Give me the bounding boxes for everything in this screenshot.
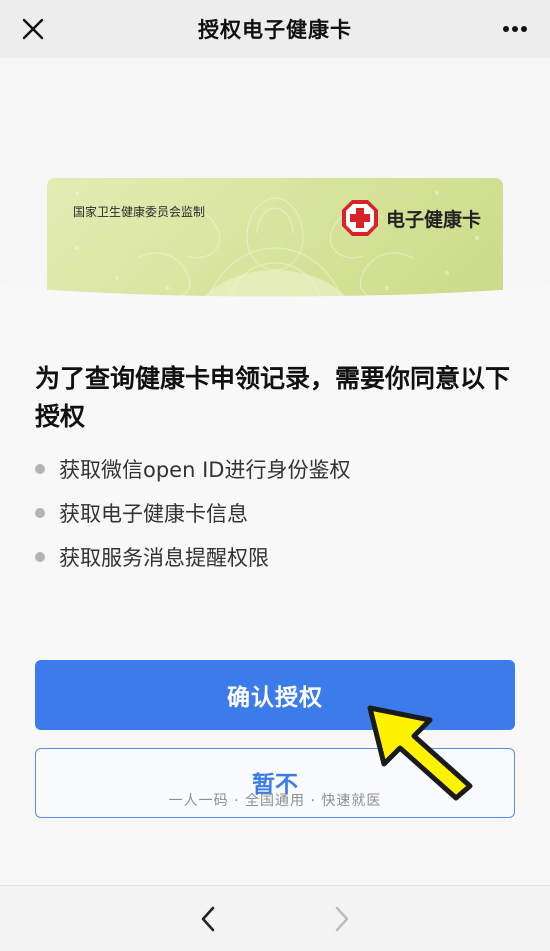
chevron-left-icon	[201, 906, 215, 932]
card-brand-text: 电子健康卡	[385, 208, 481, 231]
bullet-dot	[35, 464, 45, 474]
close-button[interactable]	[18, 14, 48, 44]
permission-list: 获取微信open ID进行身份鉴权 获取电子健康卡信息 获取服务消息提醒权限	[35, 447, 515, 579]
card-issuer-text: 国家卫生健康委员会监制	[73, 205, 206, 219]
permission-item: 获取微信open ID进行身份鉴权	[35, 447, 515, 491]
confirm-button-label: 确认授权	[227, 685, 323, 711]
yellow-arrow-pointer-icon	[367, 705, 473, 801]
close-icon	[22, 18, 44, 40]
more-icon	[503, 26, 527, 32]
more-options-button[interactable]	[498, 14, 532, 44]
bullet-dot	[35, 508, 45, 518]
page-title: 授权电子健康卡	[198, 18, 352, 42]
top-navigation-bar: 授权电子健康卡	[0, 0, 550, 58]
bullet-dot	[35, 552, 45, 562]
bottom-navigation-bar	[0, 885, 550, 951]
permission-text: 获取服务消息提醒权限	[59, 546, 269, 570]
authorization-heading: 为了查询健康卡申领记录，需要你同意以下授权	[35, 364, 511, 431]
permission-text: 获取电子健康卡信息	[59, 502, 248, 526]
back-button[interactable]	[193, 904, 223, 934]
red-cross-icon	[341, 200, 378, 236]
chevron-right-icon	[335, 906, 349, 932]
permission-text: 获取微信open ID进行身份鉴权	[59, 458, 351, 482]
permission-item: 获取服务消息提醒权限	[35, 535, 515, 579]
card-brand: 电子健康卡	[340, 198, 481, 238]
forward-button[interactable]	[327, 904, 357, 934]
permission-item: 获取电子健康卡信息	[35, 491, 515, 535]
